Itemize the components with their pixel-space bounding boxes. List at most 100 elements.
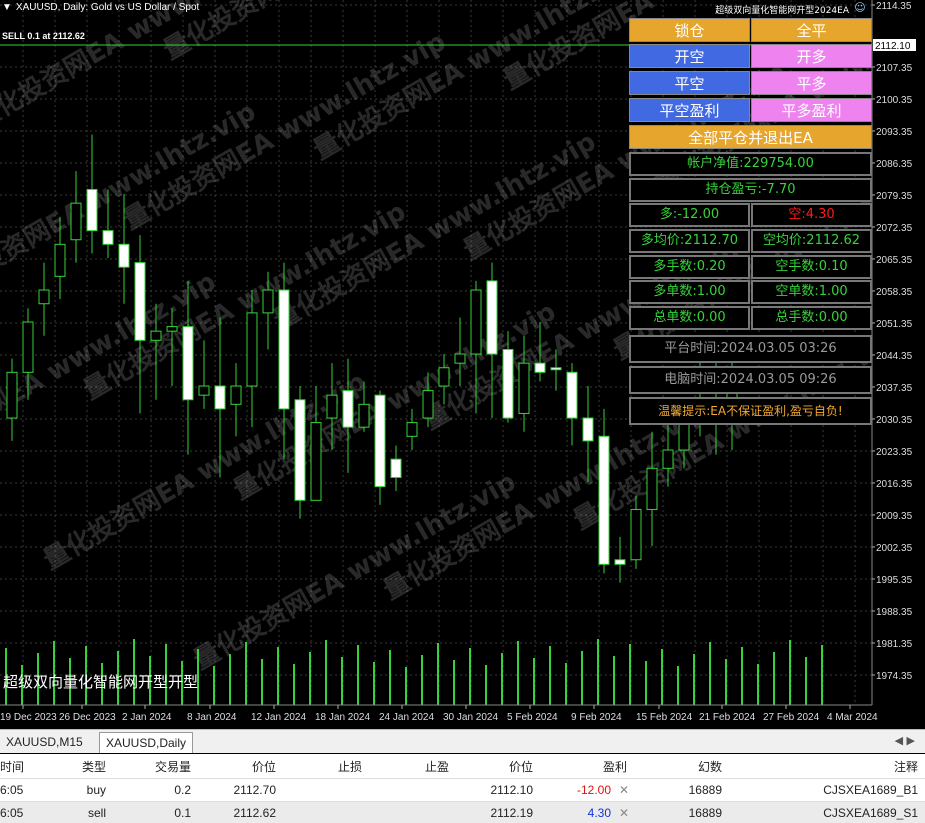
col-volume[interactable]: 交易量 [110, 756, 191, 778]
close-order-icon[interactable]: ✕ [619, 802, 629, 823]
ea-hat-icon[interactable]: ☺ [853, 2, 867, 14]
close-all-exit-button[interactable]: 全部平仓并退出EA [629, 125, 872, 149]
row-profit: 4.30 [587, 806, 611, 820]
total-lots-display: 总手数:0.00 [751, 306, 872, 330]
watermark-text: 量化投资网EA www.lhtz.vip [0, 97, 261, 306]
price-label: 2002.35 [876, 543, 913, 554]
lock-button[interactable]: 锁仓 [629, 18, 750, 42]
row-type: buy [86, 783, 106, 797]
col-price[interactable]: 价位 [195, 756, 276, 778]
candle-body [262, 289, 274, 314]
row-sl[interactable] [280, 779, 362, 801]
tab-scroll-arrows-icon[interactable]: ◀ ▶ [895, 734, 915, 747]
candle-body [326, 394, 338, 419]
candle-body [22, 321, 34, 373]
candle-body [646, 467, 658, 510]
col-profit[interactable]: 盈利 [537, 756, 627, 778]
table-row[interactable]: 6:05 sell 0.1 2112.62 2112.19 4.30 ✕ 168… [0, 802, 925, 823]
long-avg-display: 多均价:2112.70 [629, 229, 750, 253]
short-orders-display: 空单数:1.00 [751, 280, 872, 304]
price-label: 2037.35 [876, 383, 913, 394]
price-label: 1974.35 [876, 671, 913, 682]
row-cur-price: 2112.19 [490, 806, 534, 820]
chart-title: ▼ XAUUSD, Daily: Gold vs US Dollar / Spot [2, 2, 199, 13]
col-sl[interactable]: 止损 [280, 756, 362, 778]
candle-body [566, 371, 578, 419]
row-volume: 0.1 [174, 806, 191, 820]
candle-body [518, 362, 530, 414]
candle-body [454, 353, 466, 364]
platform-time-display: 平台时间:2024.03.05 03:26 [629, 335, 872, 363]
candle-body [678, 422, 690, 451]
candle-body [486, 280, 498, 355]
row-tp[interactable] [365, 779, 449, 801]
candle-body [6, 371, 18, 419]
risk-tip-display: 温馨提示:EA不保证盈利,盈亏自负! [629, 397, 872, 425]
candle-body [118, 243, 130, 268]
candle-body [38, 289, 50, 305]
equity-display: 帐户净值:229754.00 [629, 152, 872, 176]
row-volume: 0.2 [174, 783, 191, 797]
col-tp[interactable]: 止盈 [365, 756, 449, 778]
price-chart[interactable]: 量化投资网EA www.lhtz.vip 量化投资网EA www.lhtz.vip… [0, 0, 925, 729]
candle-body [198, 385, 210, 396]
candle-body [598, 435, 610, 565]
long-pl-display: 多:-12.00 [629, 203, 750, 227]
col-type[interactable]: 类型 [50, 756, 106, 778]
price-label: 1995.35 [876, 575, 913, 586]
candle-body [390, 458, 402, 478]
close-long-button[interactable]: 平多 [751, 71, 872, 95]
open-long-button[interactable]: 开多 [751, 44, 872, 68]
price-label: 2065.35 [876, 255, 913, 266]
long-orders-display: 多单数:1.00 [629, 280, 750, 304]
tab-xauusd-m15[interactable]: XAUUSD,M15 [0, 732, 89, 753]
open-short-button[interactable]: 开空 [629, 44, 750, 68]
date-label: 9 Feb 2024 [571, 712, 622, 723]
current-price-label: 2112.10 [875, 41, 911, 52]
price-label: 1988.35 [876, 607, 913, 618]
row-comment: CJSXEA1689_S1 [823, 806, 918, 820]
candle-body [86, 188, 98, 232]
row-type: sell [87, 806, 106, 820]
price-label: 2016.35 [876, 479, 913, 490]
col-magic[interactable]: 幻数 [640, 756, 722, 778]
orders-table: 时间 类型 交易量 价位 止损 止盈 价位 盈利 幻数 注释 6:05 buy … [0, 754, 925, 823]
row-tp[interactable] [365, 802, 449, 823]
row-comment: CJSXEA1689_B1 [823, 783, 918, 797]
chart-collapse-icon[interactable]: ▼ [2, 2, 12, 13]
candle-body [214, 385, 226, 410]
price-label: 2086.35 [876, 159, 913, 170]
candle-body [166, 326, 178, 332]
close-short-button[interactable]: 平空 [629, 71, 750, 95]
col-cur-price[interactable]: 价位 [452, 756, 533, 778]
price-label: 2030.35 [876, 415, 913, 426]
date-label: 5 Feb 2024 [507, 712, 558, 723]
date-label: 27 Feb 2024 [763, 712, 820, 723]
candle-body [230, 385, 242, 405]
date-label: 15 Feb 2024 [636, 712, 693, 723]
close-all-button[interactable]: 全平 [751, 18, 872, 42]
date-label: 21 Feb 2024 [699, 712, 756, 723]
date-label: 26 Dec 2023 [59, 712, 116, 723]
date-label: 24 Jan 2024 [379, 712, 434, 723]
price-label: 2058.35 [876, 287, 913, 298]
col-time[interactable]: 时间 [0, 756, 24, 778]
long-lots-display: 多手数:0.20 [629, 255, 750, 279]
price-label: 2023.35 [876, 447, 913, 458]
close-short-profit-button[interactable]: 平空盈利 [629, 98, 750, 122]
candle-body [630, 508, 642, 561]
candle-body [406, 422, 418, 437]
close-order-icon[interactable]: ✕ [619, 779, 629, 801]
row-magic: 16889 [688, 806, 722, 820]
col-comment[interactable]: 注释 [728, 756, 918, 778]
candle-body [134, 262, 146, 341]
candle-body [54, 243, 66, 277]
row-sl[interactable] [280, 802, 362, 823]
tab-xauusd-daily[interactable]: XAUUSD,Daily [99, 732, 194, 753]
price-label: 2100.35 [876, 95, 913, 106]
price-label: 2107.35 [876, 63, 913, 74]
price-label: 2072.35 [876, 223, 913, 234]
date-label: 8 Jan 2024 [187, 712, 237, 723]
table-row[interactable]: 6:05 buy 0.2 2112.70 2112.10 -12.00 ✕ 16… [0, 779, 925, 802]
close-long-profit-button[interactable]: 平多盈利 [751, 98, 872, 122]
